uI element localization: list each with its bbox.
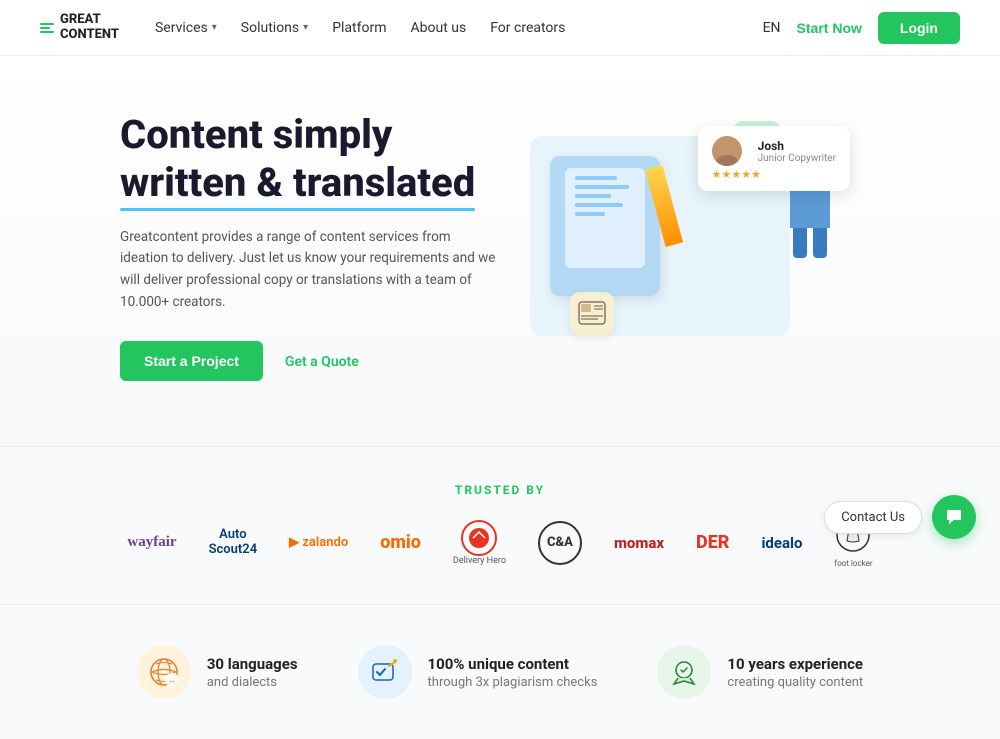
chevron-down-icon: ▾	[303, 22, 308, 33]
logo-der: DER	[696, 532, 729, 553]
logo-autoscout24: AutoScout24	[209, 528, 258, 557]
illustration-container: Josh Junior Copywriter ★★★★★	[520, 116, 860, 376]
feature-icon-experience	[657, 645, 711, 699]
login-button[interactable]: Login	[878, 12, 960, 44]
feature-unique: 100% unique content through 3x plagiaris…	[358, 645, 598, 699]
nav-about[interactable]: About us	[411, 20, 467, 36]
feature-text-languages: 30 languages and dialects	[207, 655, 298, 690]
feature-subtitle-languages: and dialects	[207, 675, 298, 690]
hero-cta-group: Start a Project Get a Quote	[120, 341, 500, 381]
feature-subtitle-experience: creating quality content	[727, 675, 863, 690]
nav-solutions[interactable]: Solutions ▾	[241, 20, 308, 36]
feature-text-unique: 100% unique content through 3x plagiaris…	[428, 655, 598, 690]
illustration-screen	[550, 156, 660, 296]
hero-title: Content simply written & translated	[120, 111, 500, 207]
contact-text: Contact Us	[824, 501, 922, 534]
illustration-news-icon	[570, 292, 614, 336]
nav-platform[interactable]: Platform	[332, 20, 386, 36]
logo-zalando: ▶ zalando	[289, 535, 348, 550]
logo-momax: momax	[614, 534, 664, 552]
feature-text-experience: 10 years experience creating quality con…	[727, 655, 863, 690]
hero-illustration: Josh Junior Copywriter ★★★★★	[500, 106, 880, 386]
feature-subtitle-unique: through 3x plagiarism checks	[428, 675, 598, 690]
logo-wayfair: wayfair	[127, 534, 176, 551]
logo-ca: C&A	[538, 521, 582, 565]
illustration-screen-inner	[565, 168, 645, 268]
start-now-button[interactable]: Start Now	[797, 20, 862, 36]
logo[interactable]: GREAT CONTENT	[40, 13, 119, 42]
hero-section: Content simply written & translated Grea…	[0, 56, 1000, 446]
profile-card: Josh Junior Copywriter ★★★★★	[698, 126, 850, 191]
nav-right: EN Start Now Login	[763, 12, 960, 44]
card-role: Junior Copywriter	[758, 153, 836, 164]
feature-title-experience: 10 years experience	[727, 655, 863, 673]
illustration-legs	[790, 228, 830, 258]
nav-services[interactable]: Services ▾	[155, 20, 217, 36]
language-selector[interactable]: EN	[763, 20, 781, 36]
navbar: GREAT CONTENT Services ▾ Solutions ▾ Pla…	[0, 0, 1000, 56]
feature-icon-unique	[358, 645, 412, 699]
card-stars: ★★★★★	[712, 168, 836, 181]
hero-description: Greatcontent provides a range of content…	[120, 227, 500, 313]
logo-delivery-hero: Delivery Hero	[453, 520, 506, 566]
hero-title-underlined: written & translated	[120, 159, 475, 207]
feature-languages: ↔ 30 languages and dialects	[137, 645, 298, 699]
illustration-lines	[565, 168, 645, 229]
card-info: Josh Junior Copywriter	[758, 139, 836, 164]
logo-icon	[40, 23, 54, 33]
trusted-logos: wayfair AutoScout24 ▶ zalando omio Deliv…	[80, 517, 920, 568]
get-quote-link[interactable]: Get a Quote	[285, 354, 359, 370]
feature-experience: 10 years experience creating quality con…	[657, 645, 863, 699]
contact-float: Contact Us	[824, 495, 976, 539]
feature-title-languages: 30 languages	[207, 655, 298, 673]
card-name: Josh	[758, 139, 836, 153]
svg-text:↔: ↔	[168, 676, 176, 685]
nav-creators[interactable]: For creators	[490, 20, 565, 36]
feature-title-unique: 100% unique content	[428, 655, 598, 673]
features-section: ↔ 30 languages and dialects 100% unique …	[0, 604, 1000, 739]
logo-idealo: idealo	[761, 534, 802, 552]
start-project-button[interactable]: Start a Project	[120, 341, 263, 381]
contact-button[interactable]	[932, 495, 976, 539]
feature-icon-languages: ↔	[137, 645, 191, 699]
hero-content: Content simply written & translated Grea…	[120, 111, 500, 381]
logo-text: GREAT CONTENT	[60, 13, 119, 42]
chevron-down-icon: ▾	[212, 22, 217, 33]
features-list: ↔ 30 languages and dialects 100% unique …	[80, 645, 920, 699]
avatar	[712, 136, 742, 166]
logo-omio: omio	[380, 532, 421, 553]
trusted-label: TRUSTED BY	[80, 483, 920, 497]
nav-links: Services ▾ Solutions ▾ Platform About us…	[155, 20, 763, 36]
